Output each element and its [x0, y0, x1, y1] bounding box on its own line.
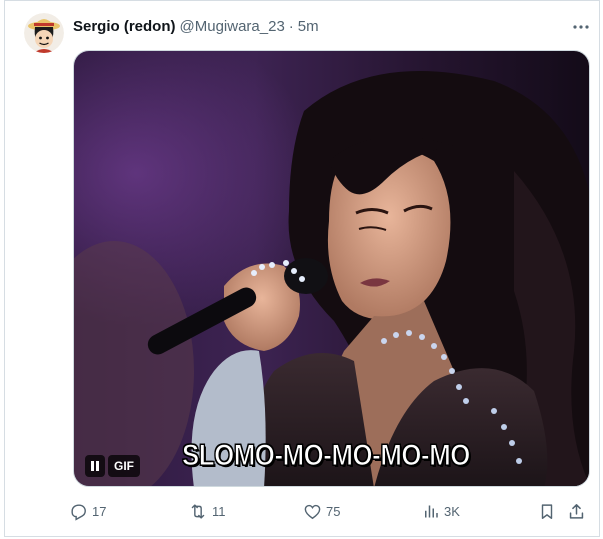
- action-bar: 17 11 75 3K: [5, 499, 601, 523]
- like-button[interactable]: 75: [303, 499, 340, 523]
- user-handle[interactable]: @Mugiwara_23: [180, 18, 285, 35]
- gif-frame-image: [74, 51, 589, 486]
- bookmark-icon: [541, 503, 553, 519]
- tweet-card[interactable]: Sergio (redon) @Mugiwara_23 · 5m SLOMO-M…: [4, 0, 600, 537]
- share-icon: [569, 503, 584, 519]
- retweet-button[interactable]: 11: [188, 499, 226, 523]
- bookmark-button[interactable]: [538, 499, 556, 523]
- gif-media[interactable]: SLOMO-MO-MO-MO-MO GIF: [73, 50, 590, 487]
- reply-count: 17: [92, 503, 107, 519]
- avatar[interactable]: [24, 13, 64, 53]
- separator-dot: ·: [288, 17, 294, 35]
- pause-button[interactable]: [85, 455, 105, 477]
- like-count: 75: [326, 503, 341, 519]
- views-count: 3K: [444, 503, 460, 519]
- retweet-icon: [191, 503, 205, 519]
- straw-hat-avatar-icon: [24, 13, 64, 53]
- analytics-icon: [425, 505, 438, 517]
- heart-icon: [304, 504, 321, 519]
- views-button[interactable]: 3K: [422, 499, 460, 523]
- display-name[interactable]: Sergio (redon): [73, 18, 176, 35]
- gif-controls: GIF: [85, 454, 140, 478]
- gif-caption: SLOMO-MO-MO-MO-MO: [182, 439, 471, 473]
- share-button[interactable]: [567, 499, 586, 523]
- tweet-header: Sergio (redon) @Mugiwara_23 · 5m: [73, 16, 319, 36]
- retweet-count: 11: [212, 503, 226, 519]
- reply-button[interactable]: 17: [69, 499, 106, 523]
- reply-icon: [71, 503, 86, 521]
- more-horizontal-icon: [573, 25, 589, 29]
- more-button[interactable]: [567, 15, 595, 39]
- pause-icon: [91, 461, 99, 471]
- timestamp[interactable]: 5m: [298, 18, 319, 35]
- gif-badge: GIF: [108, 455, 140, 477]
